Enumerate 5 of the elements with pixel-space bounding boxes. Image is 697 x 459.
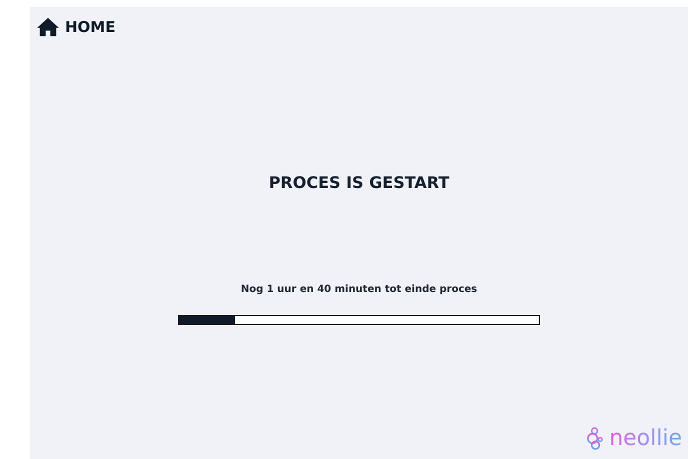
logo-icon [586,427,606,450]
status-text: Nog 1 uur en 40 minuten tot einde proces [240,284,478,295]
page-title: PROCES IS GESTART [268,173,450,192]
house-icon [37,17,59,37]
home-button[interactable]: HOME [37,17,116,37]
